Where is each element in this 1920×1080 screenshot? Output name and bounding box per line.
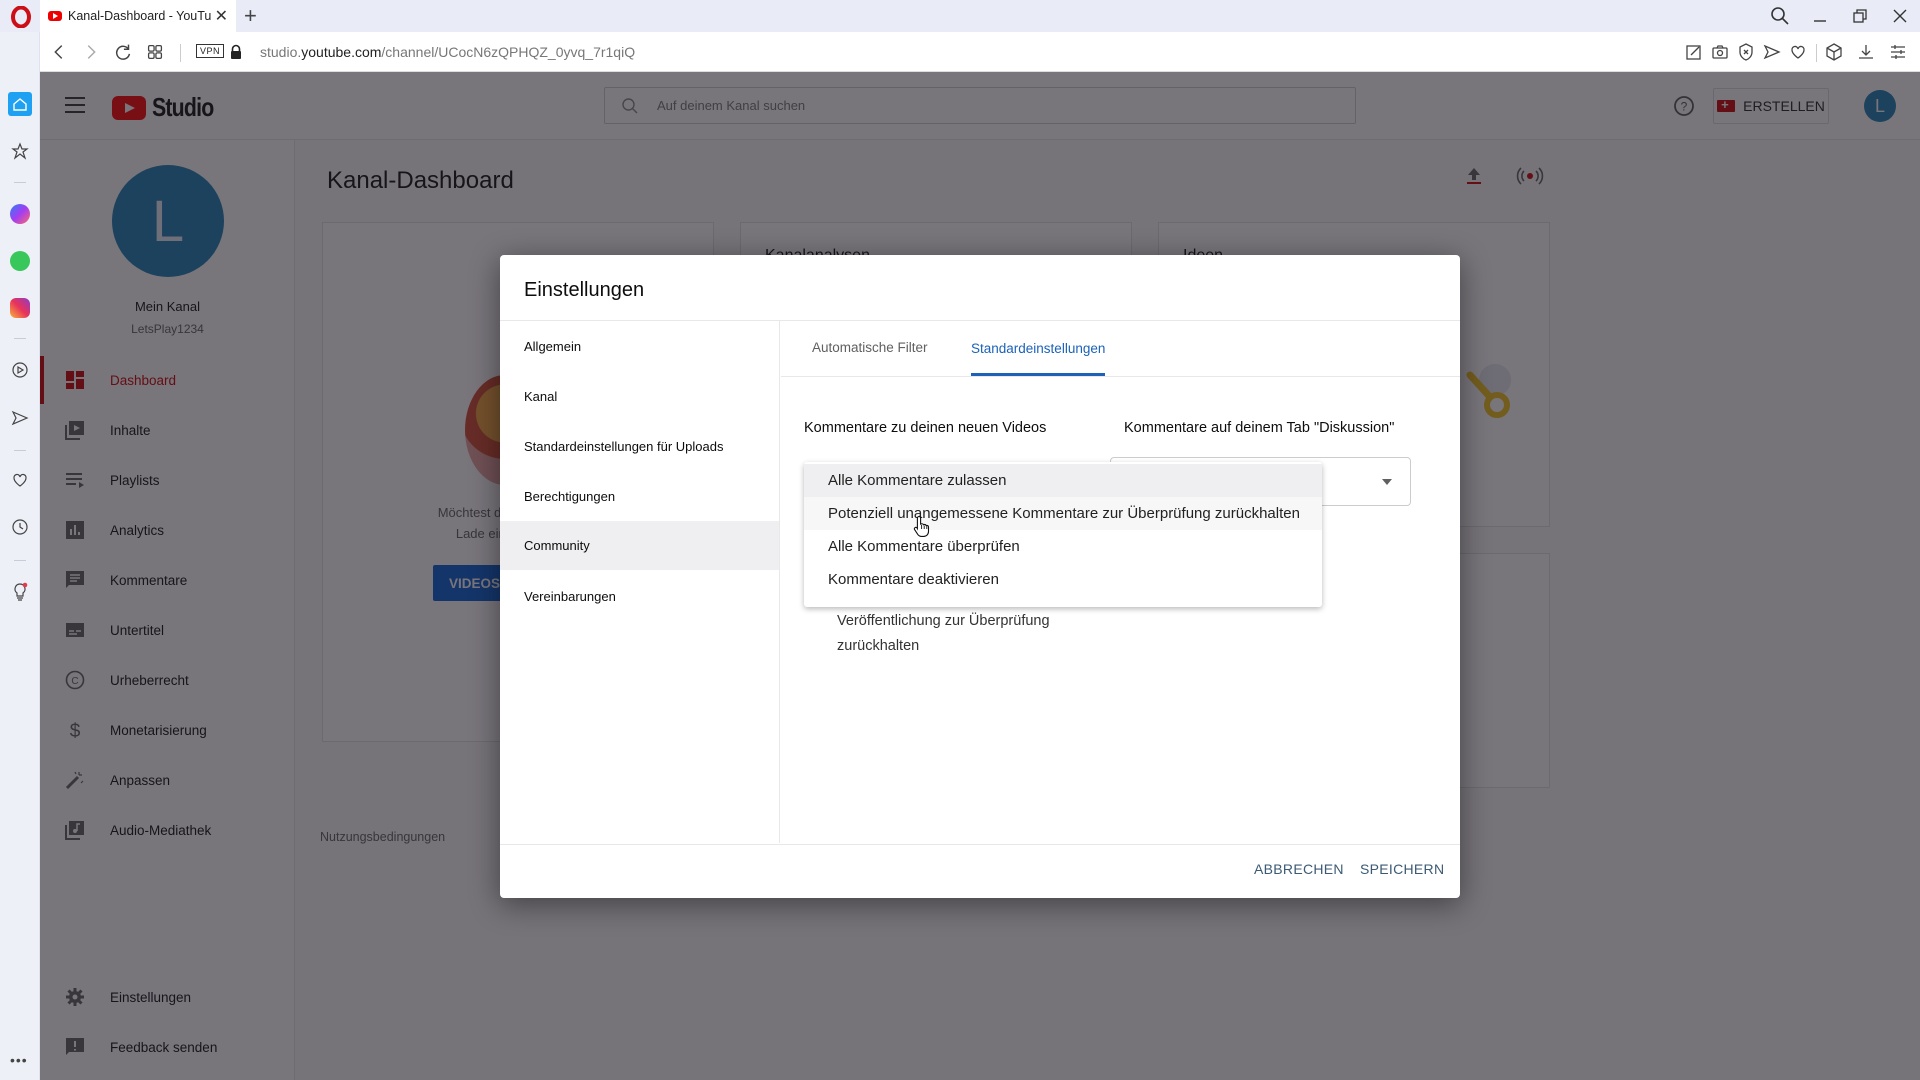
- divider: [781, 376, 1460, 377]
- url-subdomain: studio.: [260, 44, 302, 60]
- restore-icon[interactable]: [1847, 4, 1873, 28]
- url-field[interactable]: studio.youtube.com/channel/UCocN6zQPHQZ_…: [260, 44, 635, 60]
- save-button[interactable]: SPEICHERN: [1360, 861, 1444, 877]
- instagram-icon[interactable]: [8, 296, 32, 320]
- whatsapp-icon[interactable]: [8, 249, 32, 273]
- hold-for-review-label: Veröffentlichung zur Überprüfung zurückha…: [837, 609, 1097, 659]
- sidebar-bookmarks-icon[interactable]: [8, 139, 32, 163]
- sidebar-more-icon[interactable]: •••: [10, 1052, 28, 1068]
- cancel-button[interactable]: ABBRECHEN: [1254, 861, 1344, 877]
- snap-edit-icon[interactable]: [1684, 42, 1704, 62]
- flow-send-icon[interactable]: [8, 406, 32, 430]
- back-icon[interactable]: [48, 41, 70, 63]
- divider: [500, 844, 1460, 845]
- label-line: zurückhalten: [837, 638, 920, 654]
- new-videos-comments-dropdown: Alle Kommentare zulassen Potenziell unan…: [804, 462, 1322, 607]
- vpn-badge[interactable]: VPN: [196, 44, 225, 58]
- discussion-comments-heading: Kommentare auf deinem Tab "Diskussion": [1124, 420, 1395, 436]
- pinboard-heart-icon[interactable]: [8, 468, 32, 492]
- dropdown-option-allow-all[interactable]: Alle Kommentare zulassen: [804, 464, 1322, 497]
- label-line: Veröffentlichung zur Überprüfung: [837, 613, 1050, 629]
- close-window-icon[interactable]: [1887, 4, 1913, 28]
- download-icon[interactable]: [1856, 42, 1876, 62]
- new-tab-button[interactable]: +: [244, 3, 257, 29]
- tab-title: Kanal-Dashboard - YouTub: [68, 9, 211, 23]
- browser-tab[interactable]: Kanal-Dashboard - YouTub ✕: [40, 0, 236, 32]
- dialog-title: Einstellungen: [524, 279, 645, 301]
- sidebar-divider: [14, 338, 26, 339]
- lock-icon[interactable]: [229, 44, 243, 60]
- browser-tab-strip: [0, 0, 1920, 32]
- dropdown-option-review-all[interactable]: Alle Kommentare überprüfen: [804, 530, 1322, 563]
- settings-nav-berechtigungen[interactable]: Berechtigungen: [500, 472, 779, 521]
- opera-logo-icon[interactable]: [10, 6, 32, 28]
- extensions-cube-icon[interactable]: [1824, 42, 1844, 62]
- tab-standardeinstellungen[interactable]: Standardeinstellungen: [971, 321, 1106, 376]
- opera-sidebar: [0, 32, 40, 1080]
- send-icon[interactable]: [1762, 42, 1782, 62]
- toolbar-divider: [180, 44, 181, 62]
- settings-nav-allgemein[interactable]: Allgemein: [500, 322, 779, 371]
- settings-nav-kanal[interactable]: Kanal: [500, 372, 779, 421]
- tab-automatische-filter[interactable]: Automatische Filter: [812, 321, 928, 374]
- sidebar-divider: [14, 560, 26, 561]
- url-path: /channel/UCocN6zQPHQZ_0yvq_7r1qiQ: [381, 44, 636, 60]
- settings-nav-community[interactable]: Community: [500, 521, 779, 570]
- new-videos-comments-heading: Kommentare zu deinen neuen Videos: [804, 420, 1047, 436]
- dropdown-option-disable[interactable]: Kommentare deaktivieren: [804, 563, 1322, 596]
- browser-search-icon[interactable]: [1767, 4, 1793, 28]
- tips-lightbulb-icon[interactable]: [8, 580, 32, 604]
- reload-icon[interactable]: [112, 41, 134, 63]
- settings-nav: Allgemein Kanal Standardeinstellungen fü…: [500, 321, 780, 843]
- hand-cursor-icon: [913, 515, 930, 537]
- close-tab-icon[interactable]: ✕: [215, 6, 228, 26]
- history-clock-icon[interactable]: [8, 515, 32, 539]
- sidebar-divider: [14, 450, 26, 451]
- sidebar-divider: [14, 182, 26, 183]
- adblock-icon[interactable]: [1736, 42, 1756, 62]
- url-domain: youtube.com: [301, 44, 382, 60]
- dropdown-option-hold-inappropriate[interactable]: Potenziell unangemessene Kommentare zur …: [804, 497, 1322, 530]
- heart-icon[interactable]: [1788, 42, 1808, 62]
- settings-nav-upload-defaults[interactable]: Standardeinstellungen für Uploads: [500, 422, 779, 471]
- messenger-icon[interactable]: [8, 202, 32, 226]
- sidebar-home-icon[interactable]: [8, 92, 32, 116]
- easy-setup-icon[interactable]: [1888, 42, 1908, 62]
- minimize-icon[interactable]: [1807, 4, 1833, 28]
- dropdown-arrow-icon: [1382, 479, 1392, 485]
- player-icon[interactable]: [8, 358, 32, 382]
- youtube-favicon-icon: [48, 11, 62, 21]
- forward-icon[interactable]: [80, 41, 102, 63]
- toolbar-divider: [1816, 44, 1817, 62]
- speed-dial-icon[interactable]: [144, 41, 166, 63]
- snapshot-camera-icon[interactable]: [1710, 42, 1730, 62]
- settings-nav-vereinbarungen[interactable]: Vereinbarungen: [500, 572, 779, 621]
